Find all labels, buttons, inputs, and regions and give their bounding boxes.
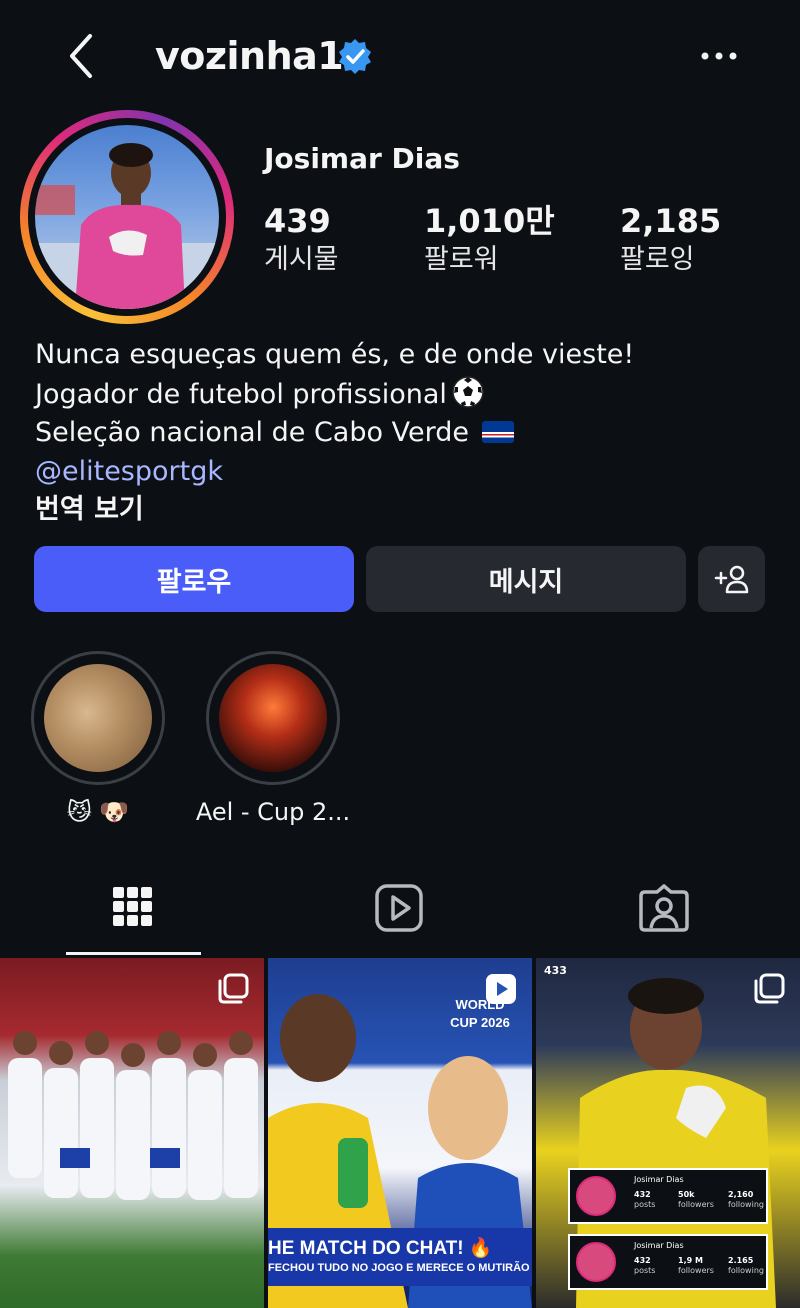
bio-mention-link[interactable]: @elitesportgk [35, 453, 634, 492]
reels-badge-icon [486, 974, 516, 1004]
bio-line: Nunca esqueças quem és, e de onde vieste… [35, 339, 635, 370]
active-tab-indicator [66, 952, 201, 955]
card-stat-followers: 50k followers [678, 1190, 714, 1210]
reels-icon [375, 884, 423, 932]
avatar [576, 1176, 616, 1216]
avatar[interactable] [35, 125, 219, 309]
card-stat-label: posts [634, 1266, 656, 1275]
message-button[interactable]: 메시지 [366, 546, 686, 612]
card-stat-label: following [728, 1200, 764, 1209]
post-caption-bar: HE MATCH DO CHAT! 🔥 FECHOU TUDO NO JOGO … [268, 1228, 532, 1286]
card-stat-label: followers [678, 1266, 714, 1275]
post-thumbnail[interactable] [0, 958, 264, 1308]
grid-icon [113, 887, 152, 926]
card-stat-value: 1,9 M [678, 1256, 703, 1265]
highlight-cover [219, 664, 327, 772]
suggest-users-button[interactable] [698, 546, 765, 612]
bio: Nunca esqueças quem és, e de onde vieste… [35, 336, 634, 530]
more-options-button[interactable] [698, 38, 740, 74]
card-name: Josimar Dias [634, 1241, 684, 1250]
post-thumbnail[interactable]: 433 Josimar Dias 432 posts 50k followers 2… [536, 958, 800, 1308]
stat-label: 팔로잉 [620, 244, 695, 275]
team-photo [8, 1031, 258, 1200]
post-caption: FECHOU TUDO NO JOGO E MERECE O MUTIRÃO [268, 1262, 530, 1274]
tab-tagged[interactable] [637, 882, 697, 942]
stat-value: 2,185 [620, 202, 722, 240]
bio-line: Seleção nacional de Cabo Verde [35, 417, 469, 448]
stat-value: 1,010만 [424, 202, 555, 240]
profile-username: vozinha1 [155, 34, 344, 78]
verified-badge-icon [336, 37, 374, 75]
card-stat-label: following [728, 1266, 764, 1275]
add-user-icon [714, 565, 748, 594]
card-stat-following: 2,160 following [728, 1190, 764, 1210]
post-source-tag: 433 [544, 964, 567, 977]
avatar [576, 1242, 616, 1282]
stat-following[interactable]: 2,185 팔로잉 [620, 200, 721, 278]
tab-reels[interactable] [373, 882, 433, 942]
follow-button[interactable]: 팔로우 [34, 546, 354, 612]
card-stat-value: 432 [634, 1190, 651, 1199]
post-caption: HE MATCH DO CHAT! 🔥 [268, 1238, 493, 1259]
cabo-verde-flag-icon [481, 421, 514, 443]
card-stat-posts: 432 posts [634, 1256, 655, 1276]
card-stat-label: followers [678, 1200, 714, 1209]
stat-value: 439 [264, 202, 331, 240]
chevron-left-icon [70, 34, 92, 78]
profile-card: Josimar Dias 432 posts 50k followers 2,160… [568, 1168, 768, 1224]
stat-label: 게시물 [264, 244, 339, 275]
card-stat-posts: 432 posts [634, 1190, 655, 1210]
tagged-icon [639, 884, 689, 932]
card-stat-following: 2.165 following [728, 1256, 764, 1276]
card-stat-label: posts [634, 1200, 656, 1209]
stat-label: 팔로워 [424, 244, 499, 275]
card-stat-followers: 1,9 Mfollowers [678, 1256, 714, 1276]
tab-posts[interactable] [110, 882, 170, 942]
display-name: Josimar Dias [264, 142, 460, 175]
translate-link[interactable]: 번역 보기 [35, 491, 634, 530]
card-stat-value: 50k [678, 1190, 695, 1199]
bio-line-with-icon: Seleção nacional de Cabo Verde [35, 414, 634, 453]
card-stat-value: 432 [634, 1256, 651, 1265]
card-stat-value: 2.165 [728, 1256, 754, 1265]
multi-post-icon [754, 973, 785, 1004]
stat-followers[interactable]: 1,010만 팔로워 [424, 200, 555, 278]
bio-line-with-icon: Jogador de futebol profissional [35, 375, 634, 415]
highlight-cover [44, 664, 152, 772]
card-name: Josimar Dias [634, 1175, 684, 1184]
card-stat-value: 2,160 [728, 1190, 754, 1199]
multi-post-icon [218, 973, 249, 1004]
post-thumbnail[interactable]: WORLD CUP 2026 HE MATCH DO CHAT! 🔥 FECHO… [268, 958, 532, 1308]
highlight-label: Ael - Cup 2... [195, 798, 351, 826]
back-button[interactable] [62, 30, 102, 82]
stat-posts[interactable]: 439 게시물 [264, 200, 339, 278]
bio-line: Jogador de futebol profissional [35, 378, 447, 410]
soccer-ball-icon [452, 375, 484, 408]
more-horizontal-icon [701, 52, 737, 60]
highlight-label: 😼 🐶 [66, 798, 130, 826]
profile-card: Josimar Dias 432 posts 1,9 Mfollowers 2.1… [568, 1234, 768, 1290]
